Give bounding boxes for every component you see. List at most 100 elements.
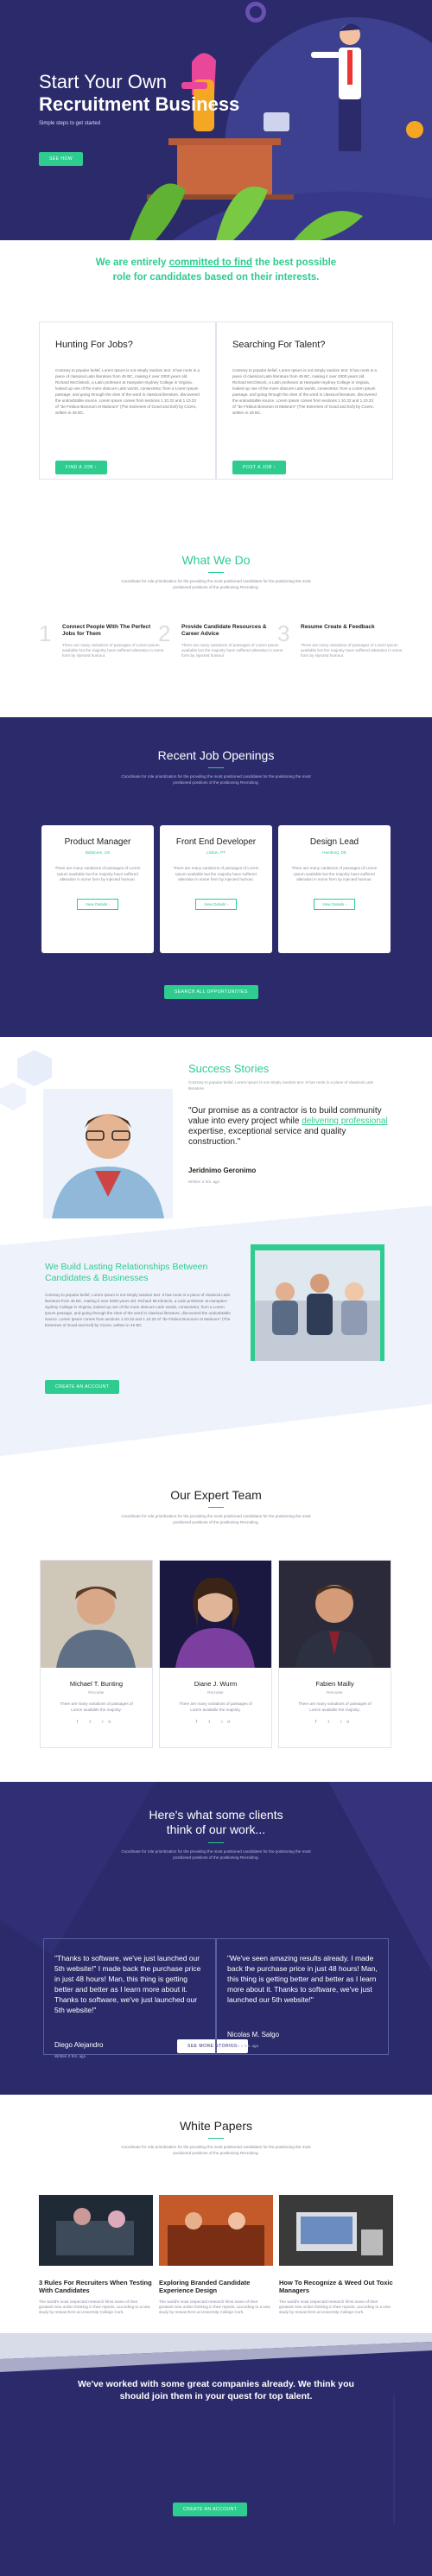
hunting-jobs-title: Hunting For Jobs? xyxy=(55,340,133,350)
white-paper-title: How To Recognize & Weed Out Toxic Manage… xyxy=(279,2279,393,2294)
white-paper-card[interactable]: 3 Rules For Recruiters When Testing With… xyxy=(39,2195,153,2314)
step-number: 3 xyxy=(277,620,290,646)
job-body: There are many variations of passages of… xyxy=(291,866,378,881)
white-paper-image xyxy=(159,2195,273,2266)
tagline: We are entirely committed to find the be… xyxy=(0,256,432,285)
team-member-role: Recruiter xyxy=(88,1690,105,1695)
team-member-photo xyxy=(41,1561,152,1668)
job-card: Design Lead Hamburg, DE There are many var… xyxy=(278,825,391,953)
footer-create-account-button[interactable]: CREATE AN ACCOUNT xyxy=(173,2503,248,2516)
white-paper-title: 3 Rules For Recruiters When Testing With… xyxy=(39,2279,152,2294)
create-account-button[interactable]: CREATE AN ACCOUNT xyxy=(45,1380,120,1394)
search-opportunities-button[interactable]: SEARCH ALL OPPORTUNITIES xyxy=(164,985,258,999)
white-papers-title: White Papers xyxy=(179,2119,253,2133)
team-member-name: Fabien Mailly xyxy=(315,1680,354,1688)
testimonial-meta: Written 2 hrs. ago xyxy=(54,2054,86,2058)
white-papers-desc: Coordinate for role prioritization for t… xyxy=(121,2145,311,2155)
view-details-label: View Details xyxy=(321,901,345,906)
what-we-do-desc: Coordinate for role prioritization for t… xyxy=(121,579,311,589)
team-desc: Coordinate for role prioritization for t… xyxy=(121,1514,311,1524)
white-paper-image xyxy=(39,2195,153,2266)
success-background xyxy=(0,1050,432,1456)
white-paper-image xyxy=(279,2195,393,2266)
success-title: Success Stories xyxy=(188,1062,270,1075)
team-section: Our Expert Team Coordinate for role prio… xyxy=(0,1488,432,1525)
job-title: Front End Developer xyxy=(175,837,257,847)
step-2: 2 Provide Candidate Resources & Career Ad… xyxy=(158,620,283,672)
hero-title-line2: Recruitment Business xyxy=(39,93,240,115)
job-location: Hamburg, DE xyxy=(322,850,346,855)
divider xyxy=(208,2138,224,2139)
step-body: There are many variations of passages of… xyxy=(62,643,164,658)
hero-title-line1: Start Your Own xyxy=(39,71,167,92)
team-member-card: Diane J. Wurm Recruiter There are many v… xyxy=(159,1560,272,1748)
team-member-body: There are many variations of passages of… xyxy=(179,1701,252,1712)
divider xyxy=(208,1507,224,1508)
white-paper-card[interactable]: How To Recognize & Weed Out Toxic Manage… xyxy=(279,2195,393,2314)
divider xyxy=(208,572,224,573)
hero-section: Start Your Own Recruitment Business Simpl… xyxy=(0,0,432,240)
white-paper-body: The world's most respected research firm… xyxy=(39,2299,150,2314)
hero-illustration xyxy=(130,2,432,240)
team-title: Our Expert Team xyxy=(170,1488,262,1502)
find-job-label: FIND A JOB xyxy=(66,465,93,470)
divider xyxy=(208,1842,224,1843)
hunting-jobs-box: Hunting For Jobs? Contrary to popular be… xyxy=(39,321,216,480)
quote-link[interactable]: delivering professional xyxy=(302,1116,388,1126)
quote-text-after: expertise, exceptional service and quali… xyxy=(188,1127,346,1147)
job-location: Baltimore, US xyxy=(85,850,111,855)
searching-talent-body: Contrary to popular belief, Lorem Ipsum … xyxy=(232,368,377,415)
job-title: Product Manager xyxy=(64,837,131,847)
white-paper-body: The world's most respected research firm… xyxy=(279,2299,391,2314)
team-member-body: There are many variations of passages of… xyxy=(60,1701,133,1712)
step-3: 3 Resume Create & Feedback There are many … xyxy=(277,620,403,672)
step-number: 2 xyxy=(158,620,171,646)
tagline-line2: role for candidates based on their inter… xyxy=(112,272,320,283)
view-details-label: View Details xyxy=(85,901,108,906)
job-body: There are many variations of passages of… xyxy=(54,866,141,881)
footer-cta-text: We've worked with some great companies a… xyxy=(0,2378,432,2402)
see-how-button[interactable]: SEE HOW xyxy=(39,152,84,166)
testimonial-meta: Written 2 hrs. ago xyxy=(227,2044,259,2048)
social-icons[interactable]: f t in xyxy=(160,1720,271,1725)
hunting-jobs-body: Contrary to popular belief, Lorem Ipsum … xyxy=(55,368,200,415)
social-icons[interactable]: f t in xyxy=(279,1720,391,1725)
view-details-label: View Details xyxy=(203,901,226,906)
tagline-link[interactable]: committed to find xyxy=(169,258,252,268)
find-job-button[interactable]: FIND A JOB › xyxy=(55,461,108,474)
post-job-button[interactable]: POST A JOB › xyxy=(232,461,286,474)
social-icons[interactable]: f t in xyxy=(41,1720,152,1725)
step-title: Provide Candidate Resources & Career Adv… xyxy=(181,624,267,637)
testimonial-card: "We've seen amazing results already. I m… xyxy=(216,1938,389,2055)
view-details-button[interactable]: View Details › xyxy=(194,898,237,910)
white-paper-card[interactable]: Exploring Branded Candidate Experience D… xyxy=(159,2195,273,2314)
footer-cta-section: We've worked with some great companies a… xyxy=(0,2333,432,2576)
job-card: Front End Developer Lisbon, PT There are m… xyxy=(160,825,272,953)
what-we-do-section: What We Do Coordinate for role prioritiz… xyxy=(0,553,432,590)
white-papers-section: White Papers Coordinate for role priorit… xyxy=(0,2119,432,2156)
team-member-role: Recruiter xyxy=(207,1690,224,1695)
testimonials-title: Here's what some clients think of our wor… xyxy=(0,1808,432,1837)
hero-title: Start Your Own Recruitment Business xyxy=(39,71,239,116)
hero-subtitle: Simple steps to get started xyxy=(39,121,101,126)
view-details-button[interactable]: View Details › xyxy=(76,898,118,910)
step-title: Resume Create & Feedback xyxy=(301,624,375,630)
testimonial-quote: "Thanks to software, we've just launched… xyxy=(54,1954,201,2014)
testimonial-quote: "We've seen amazing results already. I m… xyxy=(227,1954,378,2004)
success-section: Success Stories Contrary to popular beli… xyxy=(0,1041,432,1465)
team-member-photo xyxy=(160,1561,271,1668)
recent-jobs-title: Recent Job Openings xyxy=(157,748,275,762)
testimonials-title-line2: think of our work... xyxy=(166,1822,266,1836)
searching-talent-title: Searching For Talent? xyxy=(232,340,326,350)
team-member-role: Recruiter xyxy=(327,1690,343,1695)
testimonials-desc: Coordinate for role prioritization for t… xyxy=(121,1849,311,1860)
job-card: Product Manager Baltimore, US There are ma… xyxy=(41,825,154,953)
team-member-photo xyxy=(279,1561,391,1668)
job-body: There are many variations of passages of… xyxy=(173,866,259,881)
team-member-body: There are many variations of passages of… xyxy=(298,1701,372,1712)
footer-line2: should join them in your quest for top t… xyxy=(119,2391,313,2401)
view-details-button[interactable]: View Details › xyxy=(313,898,355,910)
success-desc: Contrary to popular belief, Lorem Ipsum … xyxy=(188,1080,374,1091)
team-member-card: Michael T. Bunting Recruiter There are m… xyxy=(40,1560,153,1748)
recent-jobs-desc: Coordinate for role prioritization for t… xyxy=(121,774,311,785)
